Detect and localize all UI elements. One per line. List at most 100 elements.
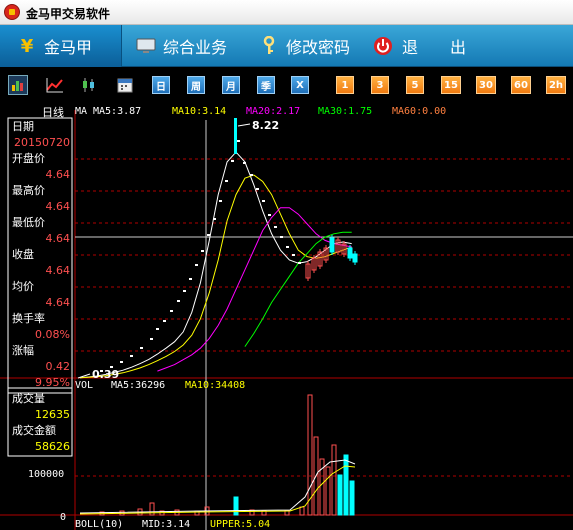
period-15min-button[interactable]: 15: [441, 76, 461, 94]
candle: [329, 237, 335, 253]
peak-pointer: [237, 123, 251, 127]
menu-label: 金马甲: [44, 38, 93, 57]
candle: [120, 361, 123, 363]
period-30min-button[interactable]: 30: [476, 76, 496, 94]
candle: [256, 188, 259, 190]
boll-footer-label: MID:3.14: [142, 519, 190, 530]
info-label: 换手率: [12, 311, 45, 325]
title-bar: 金马甲交易软件: [0, 0, 573, 25]
volume-bar: [325, 466, 331, 516]
ma20-line: [157, 207, 352, 372]
period-1min-button[interactable]: 1: [336, 76, 354, 94]
bar-chart-icon[interactable]: [8, 75, 28, 95]
candle: [298, 262, 301, 264]
info-value: 4.64: [46, 264, 71, 277]
monitor-icon: [135, 35, 157, 57]
candle: [195, 264, 198, 266]
candle: [201, 250, 204, 252]
boll-footer: BOLL(10) MID:3.14 UPPER:5.04: [75, 519, 270, 530]
period-3min-button[interactable]: 3: [371, 76, 389, 94]
menu-jinmajia[interactable]: ¥ 金马甲: [0, 25, 122, 67]
candle: [352, 253, 358, 263]
price-grid: [75, 158, 573, 477]
boll-footer-label: BOLL(10): [75, 519, 123, 530]
info-value: 4.64: [46, 296, 71, 309]
info-label: 收盘: [12, 247, 34, 261]
candle: [292, 254, 295, 256]
boll-footer-label: UPPER:5.04: [210, 519, 270, 530]
candle: [268, 214, 271, 216]
candle: [150, 338, 153, 340]
info-value: 4.64: [46, 232, 71, 245]
calendar-icon[interactable]: [116, 76, 134, 94]
volume-bar: [331, 444, 337, 516]
info-label: 最低价: [12, 216, 45, 229]
info-label: 涨幅: [12, 344, 34, 357]
candle: [219, 200, 222, 202]
candle: [231, 160, 234, 162]
period-label: 日线: [42, 105, 64, 119]
candle: [183, 290, 186, 292]
candle: [170, 310, 173, 312]
volume-header-label: VOL: [75, 380, 93, 391]
info-value: 20150720: [14, 136, 70, 149]
main-menu-bar: ¥ 金马甲 综合业务 修改密码 退 出: [0, 25, 573, 67]
volume-bar: [337, 474, 343, 516]
menu-comprehensive-business[interactable]: 综合业务: [135, 25, 250, 67]
chart-toolbar: 日 周 月 季 X 1 3 5 15 30 60 2h: [0, 68, 573, 102]
info-value: 0.42: [46, 360, 71, 373]
menu-change-password[interactable]: 修改密码: [258, 25, 358, 67]
volume-axis-0: 0: [60, 512, 66, 523]
info-label: 成交量: [12, 391, 45, 405]
candle: [207, 234, 210, 236]
candle: [274, 226, 277, 228]
info-value: 0.08%: [35, 328, 70, 341]
period-month-button[interactable]: 月: [222, 76, 240, 94]
menu-exit[interactable]: 退 出: [372, 25, 482, 67]
yen-icon: ¥: [20, 35, 34, 57]
volume-header: VOL MA5:36296 MA10:34408: [75, 380, 245, 391]
ma-header-label: MA60:0.00: [392, 106, 446, 117]
candle: [177, 300, 180, 302]
volume-axis-100000: 100000: [28, 469, 64, 480]
volume-bars: [99, 394, 355, 516]
ma-header-label: MA30:1.75: [318, 106, 372, 117]
volume-bar: [349, 480, 355, 516]
period-quarter-button[interactable]: 季: [257, 76, 275, 94]
menu-label: 综合业务: [163, 38, 228, 57]
ma-header-label: MA10:3.14: [172, 106, 226, 117]
ma-header: MA MA5:3.87 MA10:3.14 MA20:2.17 MA30:1.75 MA6…: [75, 106, 446, 117]
key-icon: [258, 35, 280, 57]
period-5min-button[interactable]: 5: [406, 76, 424, 94]
ma-header-label: MA20:2.17: [246, 106, 300, 117]
candle: [280, 236, 283, 238]
power-icon: [372, 35, 394, 57]
period-x-button[interactable]: X: [291, 76, 309, 94]
line-chart-icon[interactable]: [46, 76, 64, 94]
candle: [213, 218, 216, 220]
info-value: 9.95%: [35, 376, 70, 389]
candle: [225, 180, 228, 182]
ma-header-label: MA5:3.87: [93, 106, 141, 117]
period-day-button[interactable]: 日: [152, 76, 170, 94]
candle: [140, 347, 143, 349]
period-2h-button[interactable]: 2h: [546, 76, 566, 94]
info-value: 4.64: [46, 168, 71, 181]
ma-lines: [79, 151, 352, 379]
app-logo-icon: [4, 4, 20, 20]
kline-chart[interactable]: 日线 MA MA5:3.87 MA10:3.14 MA20:2.17 MA30:1.75…: [0, 102, 573, 530]
period-60min-button[interactable]: 60: [511, 76, 531, 94]
candles: [100, 118, 358, 372]
candlestick-icon[interactable]: [81, 76, 99, 94]
volume-header-label: MA10:34408: [185, 380, 245, 391]
ma-header-label: MA: [75, 106, 87, 117]
candle: [163, 320, 166, 322]
menu-label: 退: [402, 38, 419, 57]
volume-bar: [299, 506, 305, 516]
info-label: 开盘价: [12, 151, 45, 165]
info-label: 均价: [12, 280, 34, 293]
volume-bar: [284, 510, 290, 516]
candle: [250, 174, 253, 176]
ma5-line: [79, 151, 352, 379]
period-week-button[interactable]: 周: [187, 76, 205, 94]
